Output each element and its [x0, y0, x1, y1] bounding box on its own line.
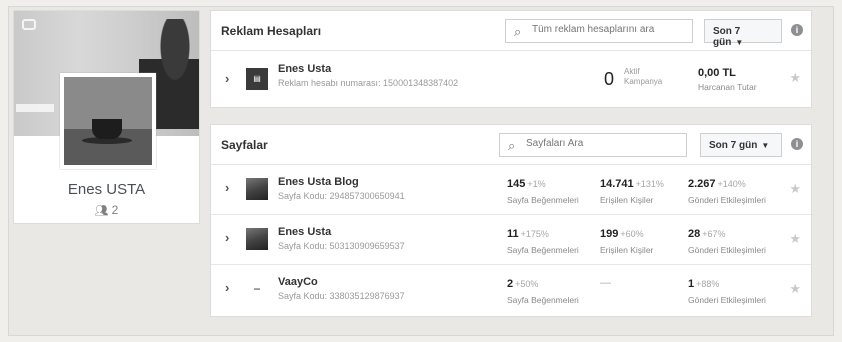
chevron-right-icon[interactable]: › [225, 230, 229, 245]
page-row[interactable]: › ▬ VaayCo Sayfa Kodu: 338035129876937 2… [211, 265, 811, 315]
search-icon: ⌕ [508, 138, 516, 153]
star-icon[interactable]: ★ [789, 281, 801, 297]
page-likes-label: Sayfa Beğenmeleri [507, 295, 579, 305]
avatar-cup-image [92, 119, 122, 139]
page-engagement-label: Gönderi Etkileşimleri [688, 195, 766, 205]
pages-search[interactable]: ⌕ [499, 133, 687, 157]
page-likes-metric: 11 +175% Sayfa Beğenmeleri [507, 224, 579, 255]
star-icon[interactable]: ★ [789, 181, 801, 197]
page-likes-label: Sayfa Beğenmeleri [507, 245, 579, 255]
profile-people-count[interactable]: 👥︎ 2 [14, 203, 199, 217]
spend-value: 0,00 TL [698, 67, 736, 79]
page-likes-value: 2 [507, 278, 514, 290]
ad-accounts-search[interactable]: ⌕ [505, 19, 693, 43]
page-engagement-label: Gönderi Etkileşimleri [688, 295, 766, 305]
page-reach-value: 14.741 [600, 178, 634, 190]
pages-panel: Sayfalar ⌕ Son 7 gün▼ i › Enes Usta Blog… [210, 124, 812, 317]
active-campaign-count: 0 [604, 69, 615, 89]
camera-icon[interactable] [22, 19, 36, 30]
search-icon: ⌕ [514, 24, 522, 39]
page-engagement-change: +88% [696, 279, 720, 289]
page-reach-change: +131% [635, 179, 664, 189]
page-reach-label: Erişilen Kişiler [600, 245, 654, 255]
page-reach-metric: 14.741 +131% Erişilen Kişiler [600, 174, 664, 205]
pages-header: Sayfalar ⌕ Son 7 gün▼ i [211, 125, 811, 165]
ad-accounts-header: Reklam Hesapları ⌕ Son 7 gün▼ i [211, 11, 811, 51]
page-engagement-value: 1 [688, 278, 695, 290]
spend-metric: 0,00 TL Harcanan Tutar [698, 67, 757, 92]
page-likes-value: 145 [507, 178, 526, 190]
star-icon[interactable]: ★ [789, 70, 801, 86]
page-engagement-value: 28 [688, 228, 701, 240]
page-row[interactable]: › Enes Usta Sayfa Kodu: 503130909659537 … [211, 215, 811, 265]
spend-label: Harcanan Tutar [698, 82, 757, 92]
ad-accounts-search-input[interactable] [532, 24, 682, 35]
page-likes-metric: 145 +1% Sayfa Beğenmeleri [507, 174, 579, 205]
info-icon[interactable]: i [791, 24, 803, 36]
page-engagement-value: 2.267 [688, 178, 716, 190]
page-name[interactable]: VaayCo [278, 276, 318, 288]
chevron-right-icon[interactable]: › [225, 180, 229, 195]
page-code: Sayfa Kodu: 503130909659537 [278, 241, 405, 251]
chevron-right-icon[interactable]: › [225, 280, 229, 295]
active-campaign-label-line1: Aktif [624, 67, 640, 76]
page-reach-metric: 199 +60% Erişilen Kişiler [600, 224, 653, 255]
page-code: Sayfa Kodu: 338035129876937 [278, 291, 405, 301]
page-row[interactable]: › Enes Usta Blog Sayfa Kodu: 29485730065… [211, 165, 811, 215]
ad-account-number: Reklam hesabı numarası: 150001348387402 [278, 78, 459, 88]
ad-account-icon: ▤ [246, 68, 268, 90]
page-likes-change: +175% [520, 229, 549, 239]
cover-badge-image [16, 104, 54, 112]
ad-account-row[interactable]: › ▤ Enes Usta Reklam hesabı numarası: 15… [211, 51, 811, 108]
page-likes-label: Sayfa Beğenmeleri [507, 195, 579, 205]
page-likes-change: +50% [515, 279, 539, 289]
profile-card: Enes USTA 👥︎ 2 [13, 10, 200, 224]
page-reach-empty: — [600, 277, 611, 289]
page-engagement-label: Gönderi Etkileşimleri [688, 245, 766, 255]
avatar[interactable] [60, 73, 156, 169]
page-name[interactable]: Enes Usta Blog [278, 176, 359, 188]
ad-accounts-range-dropdown[interactable]: Son 7 gün ▼ [704, 19, 782, 48]
ad-account-name[interactable]: Enes Usta [278, 63, 331, 75]
caret-down-icon: ▼ [761, 141, 770, 150]
ad-accounts-title: Reklam Hesapları [221, 24, 322, 38]
pages-range-dropdown[interactable]: Son 7 gün ▼ [700, 133, 782, 157]
pages-title: Sayfalar [221, 138, 268, 152]
page-logo-icon: ▬ [246, 278, 268, 300]
people-count-value: 2 [111, 203, 119, 217]
page-engagement-change: +67% [702, 229, 726, 239]
page-code: Sayfa Kodu: 294857300650941 [278, 191, 405, 201]
page-likes-value: 11 [507, 228, 519, 240]
pages-search-input[interactable] [526, 138, 676, 149]
pages-range-label: Son 7 gün [709, 140, 758, 151]
page-engagement-metric: 28 +67% Gönderi Etkileşimleri [688, 224, 766, 255]
page-reach-value: 199 [600, 228, 619, 240]
active-campaign-label-line2: Kampanya [624, 77, 663, 86]
page-avatar [246, 228, 268, 250]
page-name[interactable]: Enes Usta [278, 226, 331, 238]
ad-accounts-panel: Reklam Hesapları ⌕ Son 7 gün▼ i › ▤ Enes… [210, 10, 812, 108]
page-engagement-metric: 2.267 +140% Gönderi Etkileşimleri [688, 174, 766, 205]
caret-down-icon: ▼ [735, 38, 744, 47]
people-icon: 👥︎ [94, 205, 109, 217]
page-reach-label: Erişilen Kişiler [600, 195, 654, 205]
page-likes-change: +1% [527, 179, 546, 189]
page-engagement-metric: 1 +88% Gönderi Etkileşimleri [688, 274, 766, 305]
page-engagement-change: +140% [717, 179, 746, 189]
active-campaign-label: Aktif Kampanya [624, 67, 662, 87]
profile-name[interactable]: Enes USTA [14, 181, 199, 198]
chevron-right-icon[interactable]: › [225, 71, 229, 86]
info-icon[interactable]: i [791, 138, 803, 150]
page-avatar [246, 178, 268, 200]
star-icon[interactable]: ★ [789, 231, 801, 247]
page-reach-change: +60% [620, 229, 644, 239]
page-likes-metric: 2 +50% Sayfa Beğenmeleri [507, 274, 579, 305]
